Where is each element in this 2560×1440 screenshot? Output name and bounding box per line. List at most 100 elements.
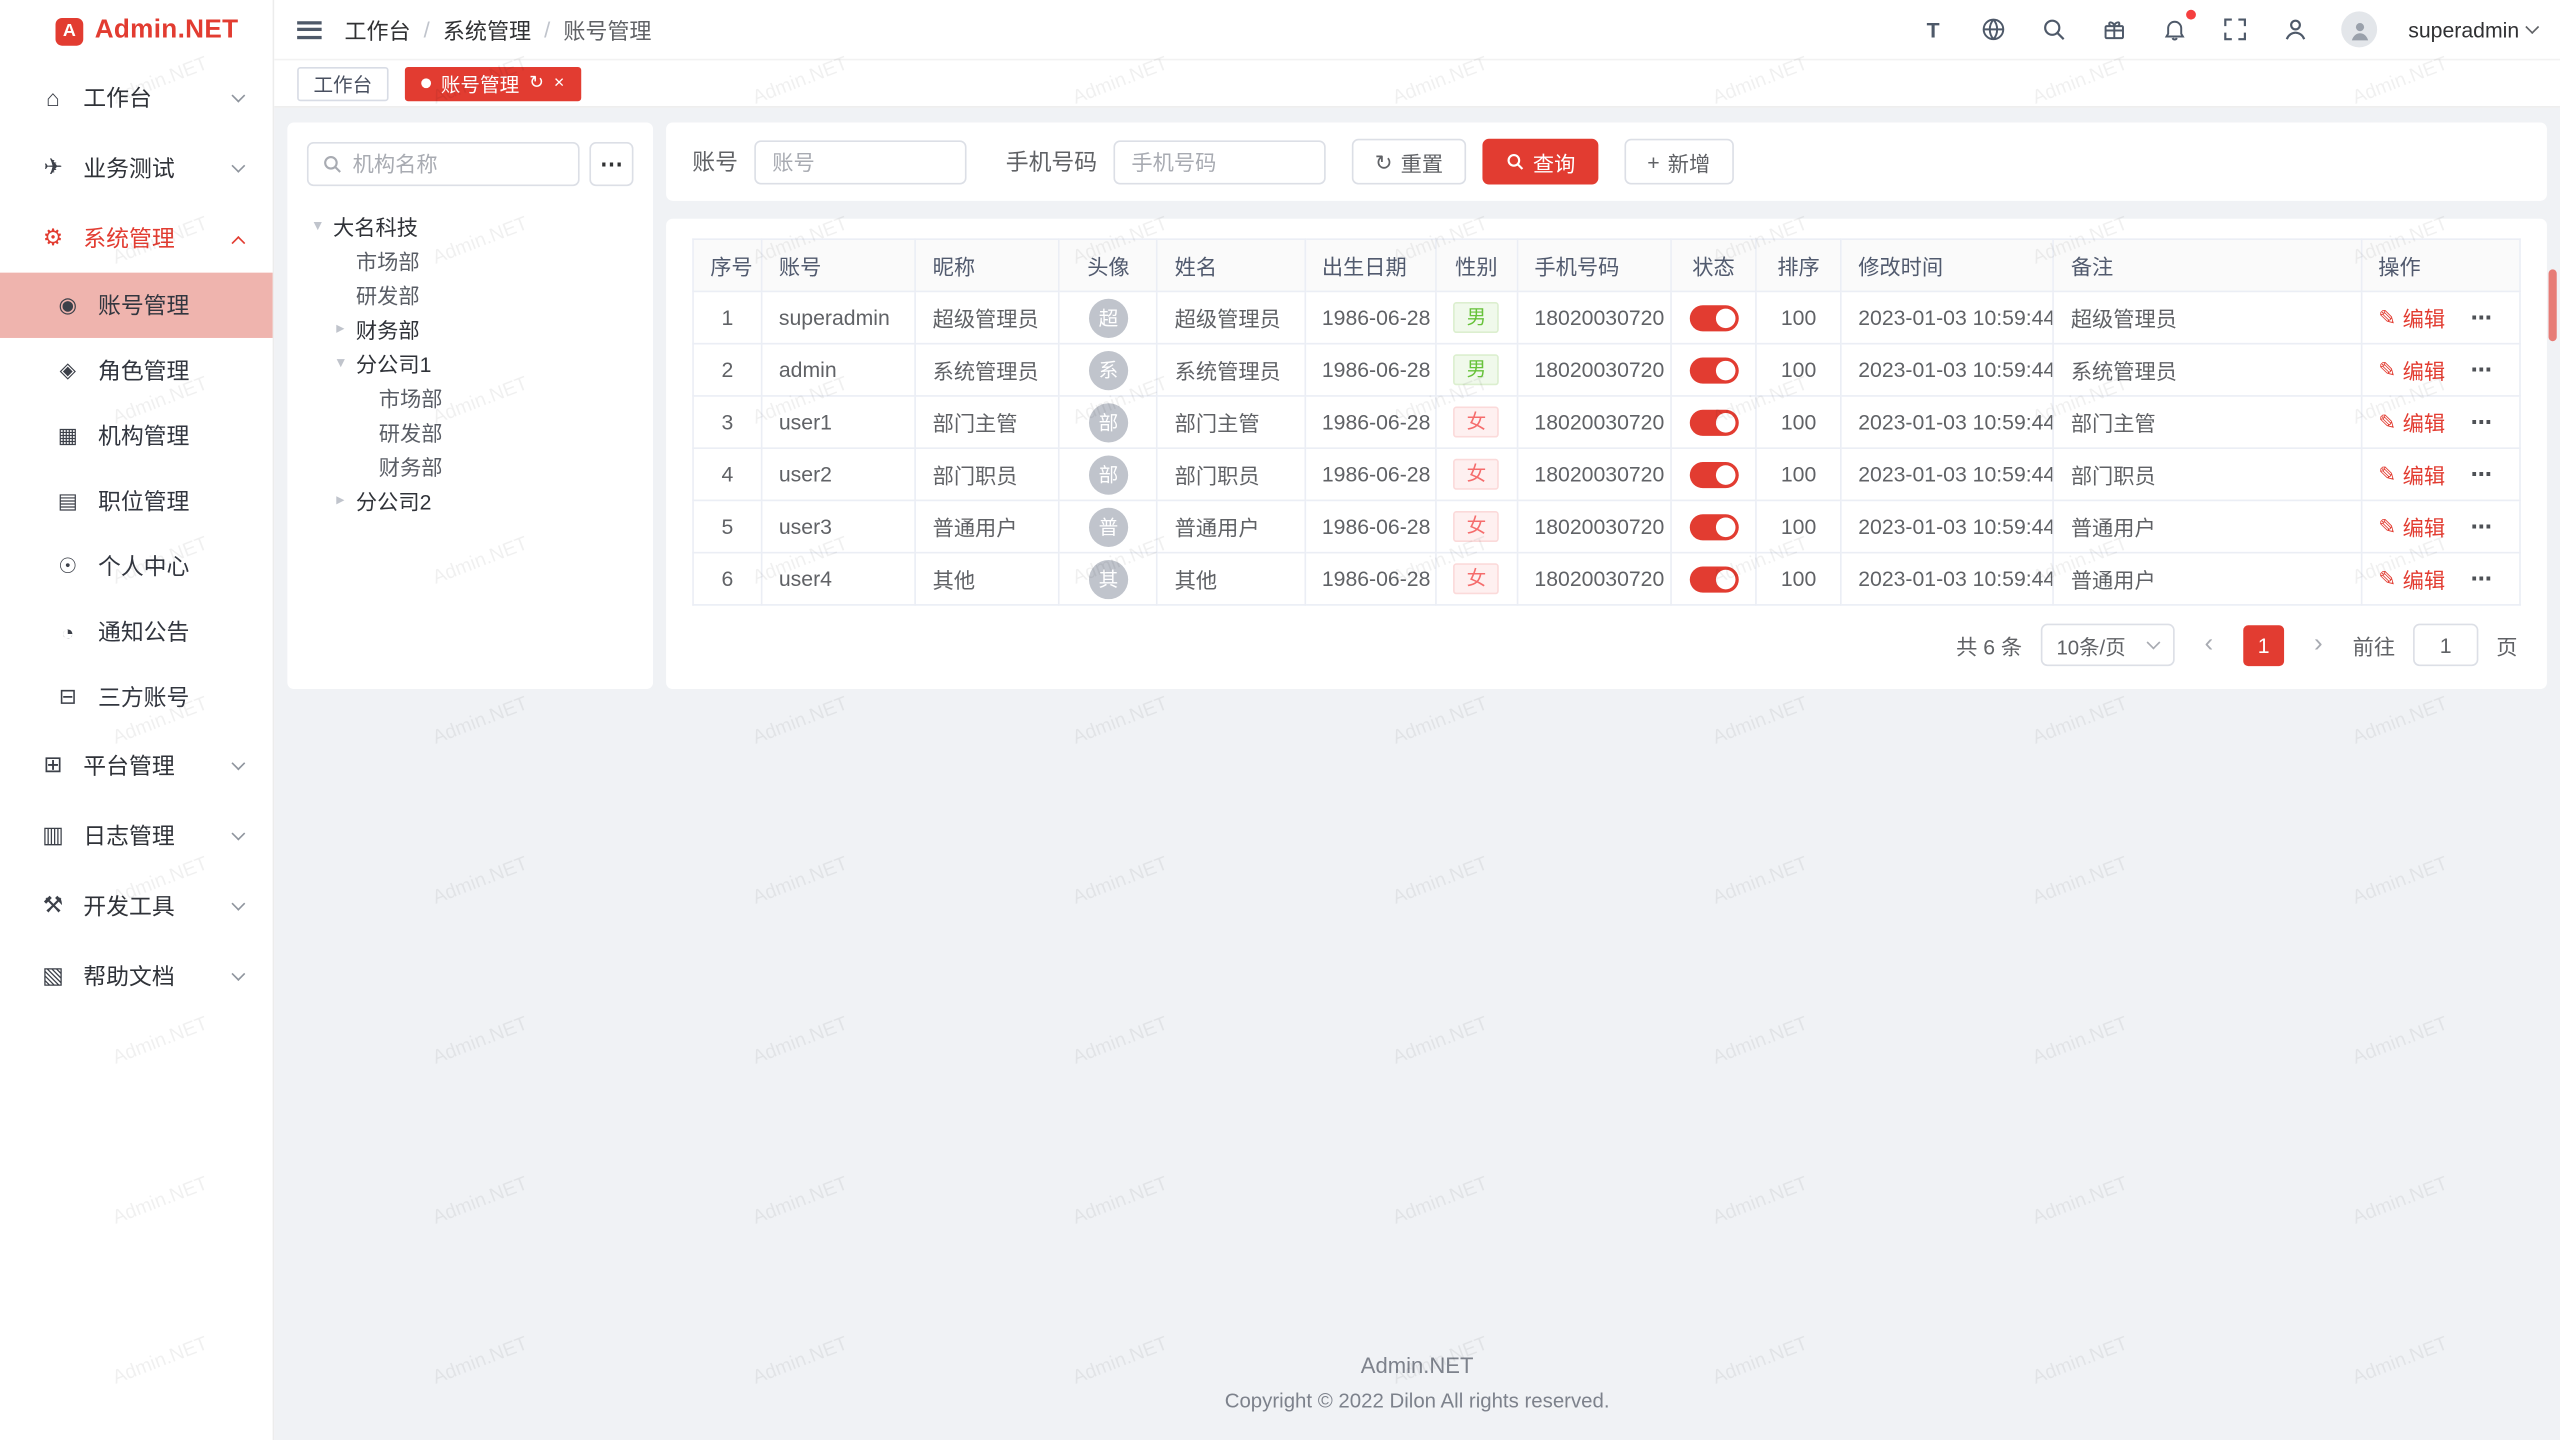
submenu-item[interactable]: ◔ 通知公告 [0, 599, 273, 664]
org-more-button[interactable]: ⋯ [589, 142, 633, 186]
tree-node-label: 财务部 [356, 313, 420, 344]
breadcrumb-item[interactable]: 系统管理 [443, 13, 531, 46]
edit-button[interactable]: ✎ 编辑 [2378, 407, 2445, 438]
topbar: 工作台 / 系统管理 / 账号管理 T [274, 0, 2560, 60]
refresh-icon[interactable]: ↻ [529, 74, 544, 92]
tree-node[interactable]: ▸ 研发部 [307, 278, 634, 312]
close-icon[interactable]: × [554, 74, 565, 92]
phone-label: 手机号码 [1006, 145, 1097, 178]
theme-skin-icon[interactable] [2100, 15, 2129, 44]
cell-status [1671, 553, 1756, 605]
cell-avatar: 系 [1059, 344, 1157, 396]
cell-sort: 100 [1756, 500, 1841, 552]
row-avatar: 其 [1089, 559, 1128, 598]
add-button[interactable]: + 新增 [1624, 139, 1733, 185]
edit-button[interactable]: ✎ 编辑 [2378, 563, 2445, 594]
submenu-item[interactable]: ⊟ 三方账号 [0, 664, 273, 729]
cell-gender: 女 [1436, 448, 1518, 500]
org-search-box [307, 142, 580, 186]
globe-icon[interactable] [1979, 15, 2008, 44]
tree-node[interactable]: ▸ 研发部 [307, 415, 634, 449]
log-manage-icon: ▥ [39, 821, 67, 849]
scrollbar-thumb[interactable] [2549, 269, 2557, 341]
sidebar-menu: ⌂ 工作台 ✈ 业务测试 ⚙ 系统管理 ◉ 账号管理 [0, 62, 273, 1011]
submenu-item[interactable]: ☉ 个人中心 [0, 534, 273, 599]
app-logo[interactable]: A Admin.NET [0, 0, 273, 62]
row-more-button[interactable]: ⋯ [2471, 461, 2494, 485]
status-toggle[interactable] [1689, 409, 1738, 435]
app-window: A Admin.NET ⌂ 工作台 ✈ 业务测试 ⚙ 系统管理 [0, 0, 2560, 1440]
row-more-button[interactable]: ⋯ [2471, 304, 2494, 328]
cell-index: 1 [693, 291, 762, 343]
status-toggle[interactable] [1689, 305, 1738, 331]
sidebar-item-dev-tools[interactable]: ⚒ 开发工具 [0, 870, 273, 940]
prev-page-button[interactable]: ‹ [2193, 632, 2226, 658]
search-icon[interactable] [2039, 15, 2068, 44]
status-toggle[interactable] [1689, 566, 1738, 592]
dev-tools-icon: ⚒ [39, 891, 67, 919]
edit-button[interactable]: ✎ 编辑 [2378, 459, 2445, 490]
status-toggle[interactable] [1689, 357, 1738, 383]
gender-tag: 男 [1454, 354, 1500, 385]
sidebar-item-log-manage[interactable]: ▥ 日志管理 [0, 800, 273, 870]
gender-tag: 女 [1454, 511, 1500, 542]
account-input[interactable] [754, 140, 966, 184]
hamburger-icon[interactable] [297, 20, 321, 38]
phone-input[interactable] [1113, 140, 1325, 184]
tree-node[interactable]: ▸ 市场部 [307, 243, 634, 277]
org-search-input[interactable] [353, 152, 565, 176]
sidebar-item-business-test[interactable]: ✈ 业务测试 [0, 132, 273, 202]
col-status: 状态 [1671, 239, 1756, 291]
submenu-item[interactable]: ◉ 账号管理 [0, 273, 273, 338]
tree-node[interactable]: ▸ 财务部 [307, 449, 634, 483]
cell-nickname: 部门主管 [915, 396, 1059, 448]
table-row: 1 superadmin 超级管理员 超 超级管理员 1986-06-28 [693, 291, 2520, 343]
tab-workbench[interactable]: 工作台 [297, 66, 388, 100]
user-menu[interactable]: superadmin [2408, 17, 2537, 41]
sidebar-item-platform-manage[interactable]: ⊞ 平台管理 [0, 730, 273, 800]
page-size-select[interactable]: 10条/页 [2040, 624, 2175, 666]
right-column: 账号 手机号码 ↻ 重置 查询 [666, 122, 2547, 689]
row-more-button[interactable]: ⋯ [2471, 566, 2494, 590]
edit-button[interactable]: ✎ 编辑 [2378, 354, 2445, 385]
cell-nickname: 超级管理员 [915, 291, 1059, 343]
font-size-icon[interactable]: T [1918, 15, 1947, 44]
submenu-item[interactable]: ▤ 职位管理 [0, 469, 273, 534]
cell-ops: ✎ 编辑 ⋯ [2361, 553, 2520, 605]
edit-button[interactable]: ✎ 编辑 [2378, 511, 2445, 542]
reset-button[interactable]: ↻ 重置 [1352, 139, 1466, 185]
submenu-item[interactable]: ▦ 机构管理 [0, 403, 273, 468]
tab-account-manage[interactable]: 账号管理 ↻ × [405, 66, 581, 100]
tree-node[interactable]: ▸ 市场部 [307, 380, 634, 414]
tree-node[interactable]: ▸ 大名科技 [307, 209, 634, 243]
sidebar-item-system-manage[interactable]: ⚙ 系统管理 [0, 202, 273, 272]
pagination: 共 6 条 10条/页 ‹ 1 › 前往 页 [692, 606, 2521, 676]
row-more-button[interactable]: ⋯ [2471, 409, 2494, 433]
search-button[interactable]: 查询 [1482, 139, 1598, 185]
user-icon[interactable] [2281, 15, 2310, 44]
submenu-item[interactable]: ◈ 角色管理 [0, 338, 273, 403]
edit-icon: ✎ [2378, 461, 2396, 487]
goto-page-input[interactable] [2413, 624, 2478, 666]
edit-button[interactable]: ✎ 编辑 [2378, 302, 2445, 333]
bell-icon[interactable] [2160, 15, 2189, 44]
topbar-actions: T [1918, 11, 2537, 47]
status-toggle[interactable] [1689, 462, 1738, 488]
tree-node-label: 研发部 [379, 416, 443, 447]
tree-node[interactable]: ▸ 财务部 [307, 312, 634, 346]
row-more-button[interactable]: ⋯ [2471, 513, 2494, 537]
sidebar-item-help-docs[interactable]: ▧ 帮助文档 [0, 940, 273, 1010]
cell-index: 3 [693, 396, 762, 448]
tree-node[interactable]: ▸ 分公司1 [307, 346, 634, 380]
tree-node[interactable]: ▸ 分公司2 [307, 483, 634, 517]
page-number-current[interactable]: 1 [2243, 624, 2284, 665]
next-page-button[interactable]: › [2302, 632, 2335, 658]
breadcrumb-item[interactable]: 工作台 [344, 13, 410, 46]
fullscreen-icon[interactable] [2221, 15, 2250, 44]
row-more-button[interactable]: ⋯ [2471, 357, 2494, 381]
accounts-table: 序号 账号 昵称 头像 姓名 出生日期 性别 手机号码 状态 排序 [692, 238, 2521, 605]
avatar[interactable] [2341, 11, 2377, 47]
sidebar-item-workbench[interactable]: ⌂ 工作台 [0, 62, 273, 132]
cell-avatar: 部 [1059, 396, 1157, 448]
status-toggle[interactable] [1689, 514, 1738, 540]
